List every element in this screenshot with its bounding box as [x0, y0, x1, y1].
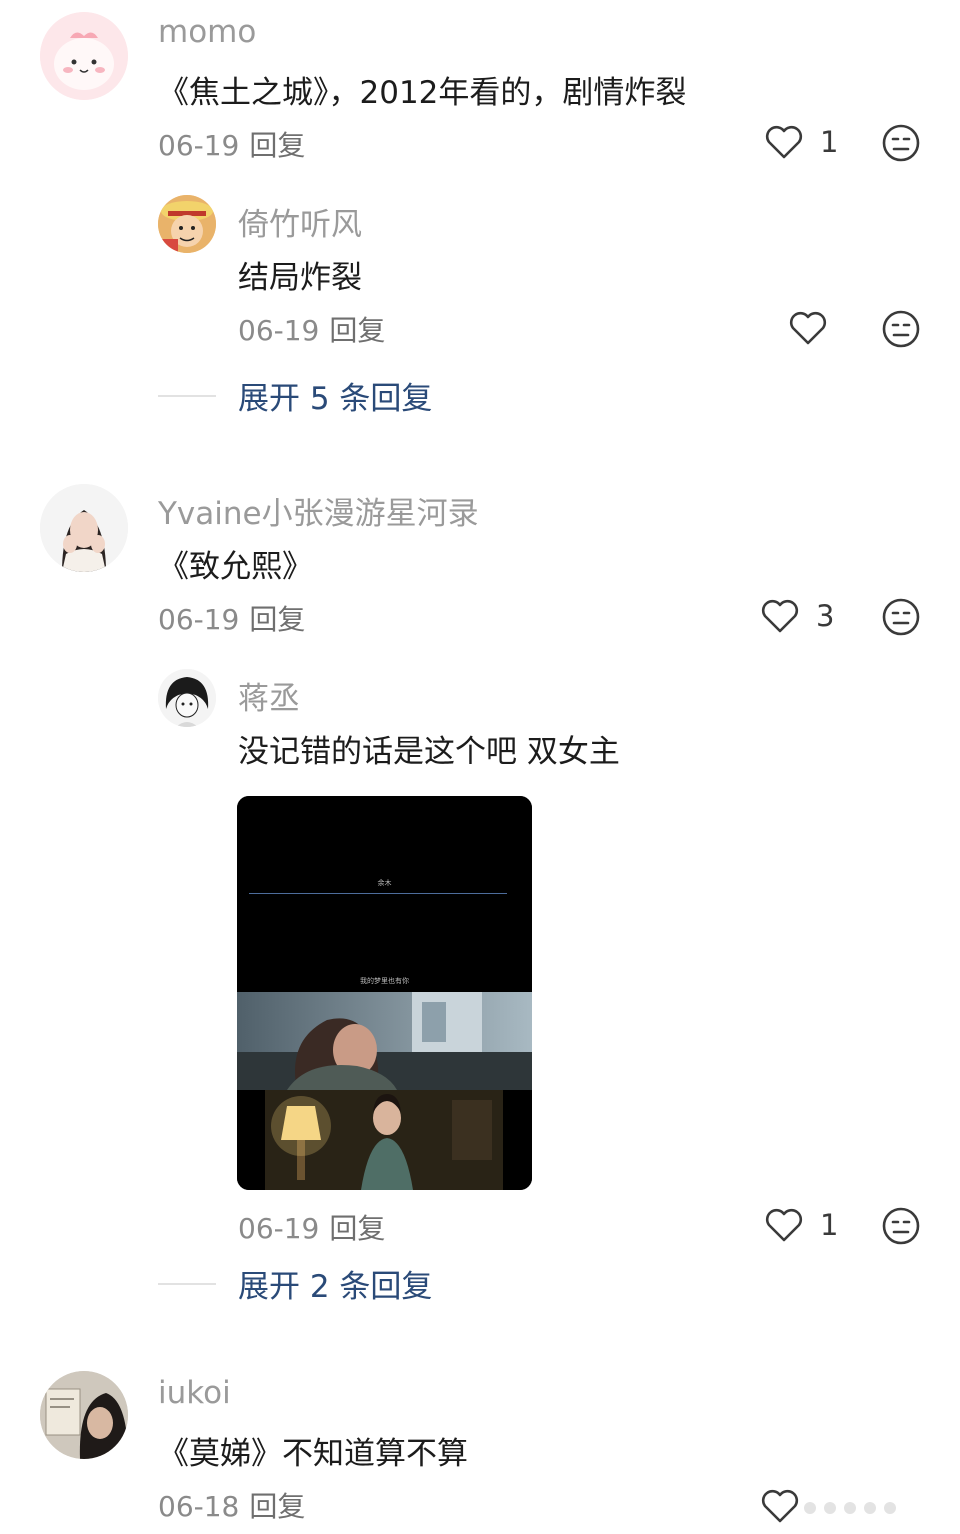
heart-outline-icon [788, 310, 828, 346]
reply-date: 06-19 [238, 314, 320, 347]
video-frame-car [237, 992, 532, 1090]
avatar[interactable] [158, 669, 216, 727]
expand-replies-link[interactable]: 展开 2 条回复 [158, 1261, 432, 1306]
reply-meta: 06-19 回复 [238, 309, 385, 349]
comment-text: 《焦土之城》，2012年看的，剧情炸裂 [158, 75, 687, 111]
cartoon-avatar-image [40, 12, 128, 100]
comment-username[interactable]: momo [158, 14, 256, 50]
comment-meta: 06-19 回复 [158, 124, 305, 164]
like-button[interactable]: 1 [764, 124, 838, 160]
like-button[interactable] [788, 310, 844, 346]
heart-outline-icon [764, 1207, 804, 1243]
comment-meta: 06-18 回复 [158, 1485, 305, 1525]
dislike-button[interactable] [881, 1206, 921, 1246]
comment-date: 06-18 [158, 1490, 240, 1523]
like-count: 1 [820, 125, 839, 159]
dislike-button[interactable] [881, 309, 921, 349]
reply-username[interactable]: 蒋丞 [238, 673, 300, 718]
dislike-button[interactable] [881, 597, 921, 637]
expand-replies-label: 展开 5 条回复 [238, 381, 433, 417]
expand-replies-link[interactable]: 展开 5 条回复 [158, 373, 432, 418]
video-caption-mid: 我的梦里也有你 [360, 977, 409, 985]
video-caption-top: 余木 [377, 879, 392, 887]
heart-outline-icon [764, 124, 804, 160]
cartoon-avatar-image [158, 195, 216, 253]
video-frame-lamp [237, 1090, 532, 1190]
reply-button[interactable]: 回复 [249, 1490, 305, 1523]
comment-text: 《莫娣》不知道算不算 [158, 1436, 468, 1472]
like-count: 3 [816, 599, 835, 633]
reply-text: 没记错的话是这个吧 双女主 [238, 734, 620, 770]
avatar[interactable] [40, 12, 128, 100]
reply-username[interactable]: 倚竹听风 [238, 199, 362, 244]
meh-face-icon [881, 597, 921, 637]
reply-text: 结局炸裂 [238, 260, 362, 296]
reply-button[interactable]: 回复 [329, 1212, 385, 1245]
comment-date: 06-19 [158, 603, 240, 636]
video-black-area: 余木 我的梦里也有你 [237, 796, 532, 992]
meh-face-icon [881, 1206, 921, 1246]
meh-face-icon [881, 309, 921, 349]
heart-outline-icon [760, 598, 800, 634]
sketch-avatar-image [158, 669, 216, 727]
avatar[interactable] [158, 195, 216, 253]
reply-button[interactable]: 回复 [249, 129, 305, 162]
watermark-dots [800, 1496, 910, 1526]
dislike-button[interactable] [881, 123, 921, 163]
reply-date: 06-19 [238, 1212, 320, 1245]
like-button[interactable]: 3 [760, 598, 834, 634]
expand-replies-label: 展开 2 条回复 [238, 1269, 433, 1305]
meh-face-icon [881, 123, 921, 163]
comment-username[interactable]: Yvaine小张漫游星河录 [158, 488, 479, 533]
like-count: 1 [820, 1208, 839, 1242]
photo-avatar-image [40, 484, 128, 572]
like-button[interactable]: 1 [764, 1207, 838, 1243]
reply-button[interactable]: 回复 [329, 314, 385, 347]
comment-text: 《致允熙》 [158, 549, 313, 585]
comment-meta: 06-19 回复 [158, 598, 305, 638]
reply-meta: 06-19 回复 [238, 1207, 385, 1247]
reply-button[interactable]: 回复 [249, 603, 305, 636]
avatar[interactable] [40, 484, 128, 572]
comment-username[interactable]: iukoi [158, 1375, 231, 1411]
divider [158, 1282, 216, 1285]
video-divider [249, 893, 507, 894]
avatar[interactable] [40, 1371, 128, 1459]
like-button[interactable] [760, 1488, 800, 1524]
divider [158, 394, 216, 397]
comment-date: 06-19 [158, 129, 240, 162]
video-thumbnail[interactable]: 余木 我的梦里也有你 [237, 796, 532, 1190]
heart-outline-icon [760, 1488, 800, 1524]
photo-avatar-image [40, 1371, 128, 1459]
